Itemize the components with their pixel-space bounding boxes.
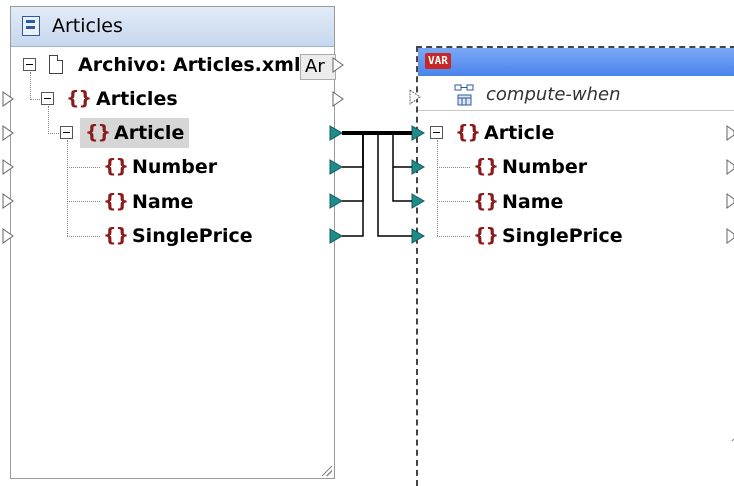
output-connector-icon — [332, 91, 344, 107]
output-connector-icon — [329, 193, 343, 209]
output-connector-icon — [332, 57, 344, 73]
output-connector-icon — [726, 193, 734, 209]
input-connector-icon — [2, 91, 14, 107]
input-connector-icon — [411, 228, 425, 244]
wire-singleprice-right — [377, 133, 412, 237]
output-connector-icon — [726, 125, 734, 141]
input-connector-icon — [411, 125, 425, 141]
input-connector-icon — [409, 89, 421, 105]
output-connector-icon — [329, 125, 343, 141]
output-connector-icon — [329, 159, 343, 175]
input-connector-icon — [2, 193, 14, 209]
output-connector-icon — [329, 228, 343, 244]
input-connector-icon — [411, 193, 425, 209]
mapping-wires — [2, 57, 734, 244]
wire-singleprice-left — [342, 133, 364, 237]
input-connector-icon — [2, 125, 14, 141]
input-connector-icon — [2, 159, 14, 175]
input-connector-icon — [411, 159, 425, 175]
output-connector-icon — [726, 228, 734, 244]
input-connector-icon — [2, 228, 14, 244]
output-connector-icon — [726, 159, 734, 175]
wire-number-left — [342, 133, 364, 168]
